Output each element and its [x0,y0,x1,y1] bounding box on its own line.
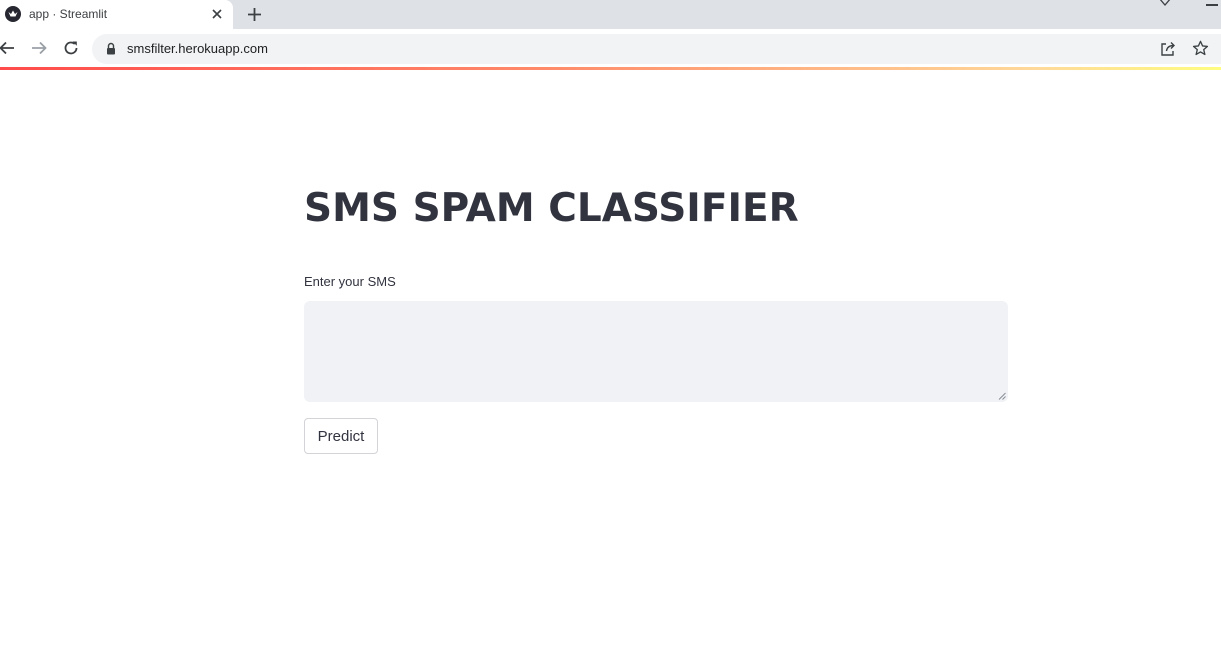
sms-input-label: Enter your SMS [304,274,396,289]
resize-handle-icon[interactable] [997,391,1006,400]
arrow-right-icon[interactable] [30,39,48,57]
plus-icon[interactable] [245,5,264,24]
address-bar[interactable]: smsfilter.herokuapp.com [92,34,1221,64]
page-title: SMS SPAM CLASSIFIER [304,186,799,231]
lock-icon[interactable] [106,42,116,55]
arrow-left-icon[interactable] [0,39,16,57]
url-text[interactable]: smsfilter.herokuapp.com [127,41,268,56]
predict-button[interactable]: Predict [304,418,378,454]
streamlit-crown-icon [5,6,21,22]
tab-strip: app · Streamlit [0,0,1221,29]
browser-toolbar: smsfilter.herokuapp.com [0,29,1221,67]
tab-title: app · Streamlit [29,7,108,21]
share-icon[interactable] [1159,40,1177,58]
close-icon[interactable] [208,5,226,23]
sms-input[interactable] [304,301,1008,402]
minimize-icon[interactable] [1206,4,1218,6]
chevron-down-icon[interactable] [1157,0,1173,8]
star-icon[interactable] [1191,39,1210,58]
browser-tab[interactable]: app · Streamlit [0,0,233,29]
reload-icon[interactable] [62,39,80,57]
streamlit-decoration-bar [0,67,1221,70]
